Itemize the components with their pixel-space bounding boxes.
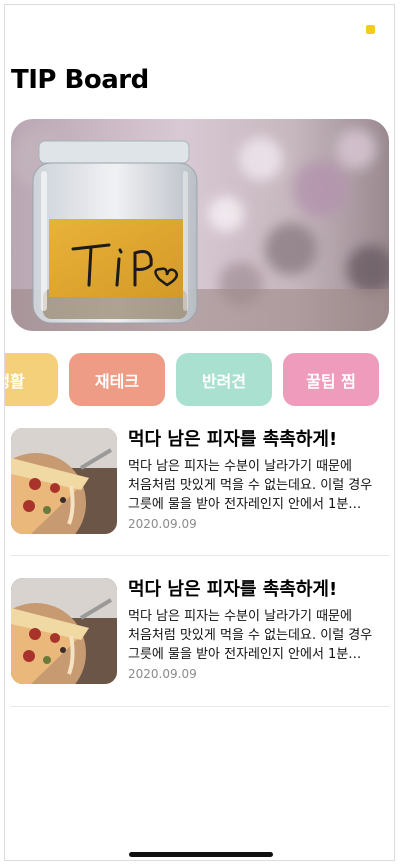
pizza-slice-photo-icon [11, 578, 117, 684]
divider [11, 555, 389, 556]
pizza-slice-photo-icon [11, 428, 117, 534]
category-chip-pets[interactable]: 반려견 [176, 353, 272, 406]
tip-jar-photo-icon [11, 119, 389, 331]
post-title: 먹다 남은 피자를 촉촉하게! [128, 429, 338, 450]
home-indicator[interactable] [129, 852, 273, 857]
page-title: TIP Board [11, 65, 149, 95]
post-date: 2020.09.09 [128, 667, 197, 681]
app-screen: TIP Board 활 재테크 반려견 꿀팁 찜 먹다 남은 피자를 촉촉하게!… [4, 4, 395, 861]
post-date: 2020.09.09 [128, 517, 197, 531]
category-carousel[interactable]: 생활 재테크 반려견 꿀팁 찜 [5, 353, 394, 407]
status-indicator [366, 25, 375, 34]
category-chip-life[interactable]: 생활 [5, 353, 58, 406]
post-title: 먹다 남은 피자를 촉촉하게! [128, 579, 338, 600]
category-chip-favorite-tips[interactable]: 꿀팁 찜 [283, 353, 379, 406]
divider [11, 706, 389, 707]
post-excerpt: 먹다 남은 피자는 수분이 날라가기 때문에 처음처럼 맛있게 먹을 수 없는데… [128, 609, 373, 662]
category-chip-finance[interactable]: 재테크 [69, 353, 165, 406]
hero-banner[interactable] [11, 119, 389, 331]
post-excerpt: 먹다 남은 피자는 수분이 날라가기 때문에 처음처럼 맛있게 먹을 수 없는데… [128, 459, 373, 512]
